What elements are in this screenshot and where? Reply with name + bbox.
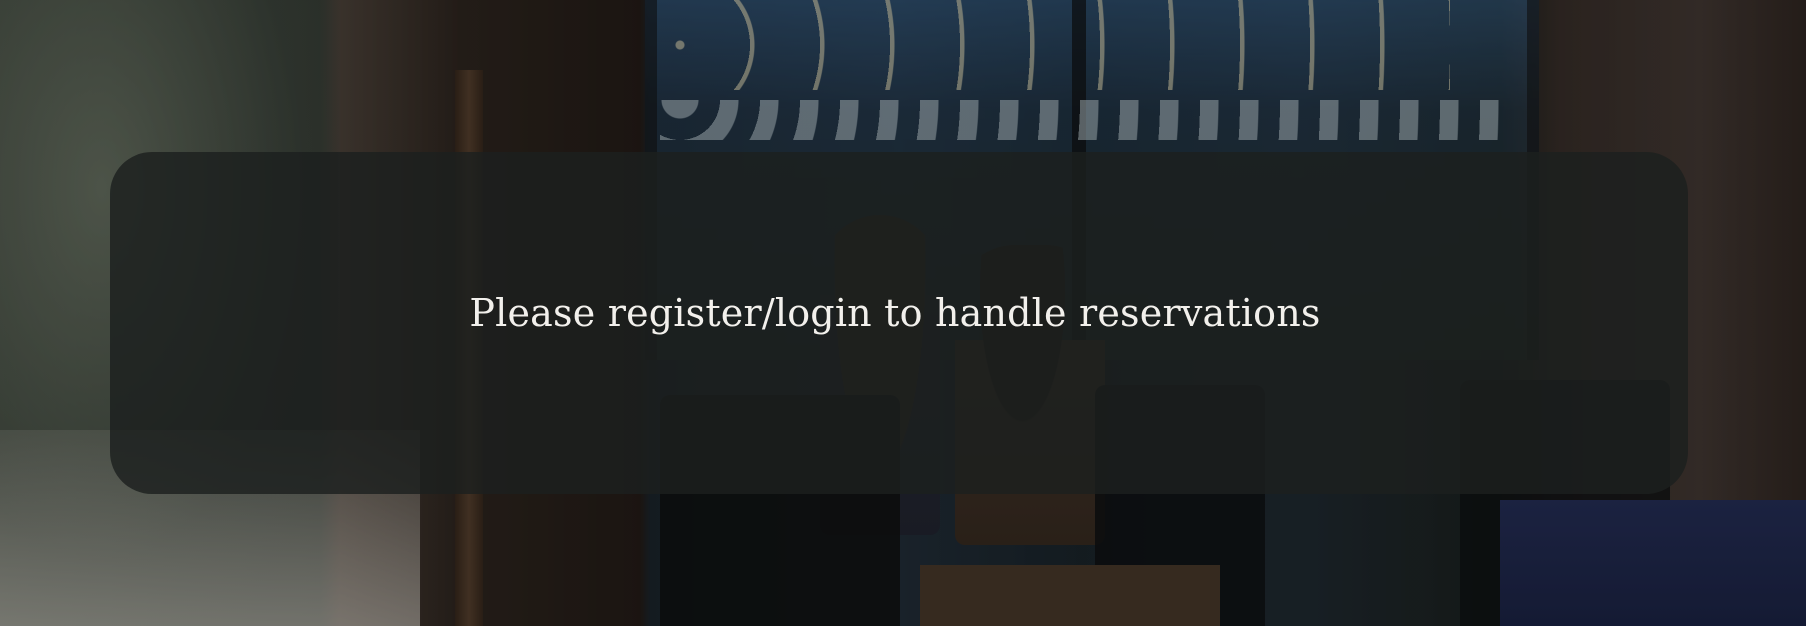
hero-section: Please register/login to handle reservat… (0, 0, 1806, 626)
login-notice-message: Please register/login to handle reservat… (469, 291, 1321, 335)
login-notice-panel: Please register/login to handle reservat… (110, 152, 1688, 494)
